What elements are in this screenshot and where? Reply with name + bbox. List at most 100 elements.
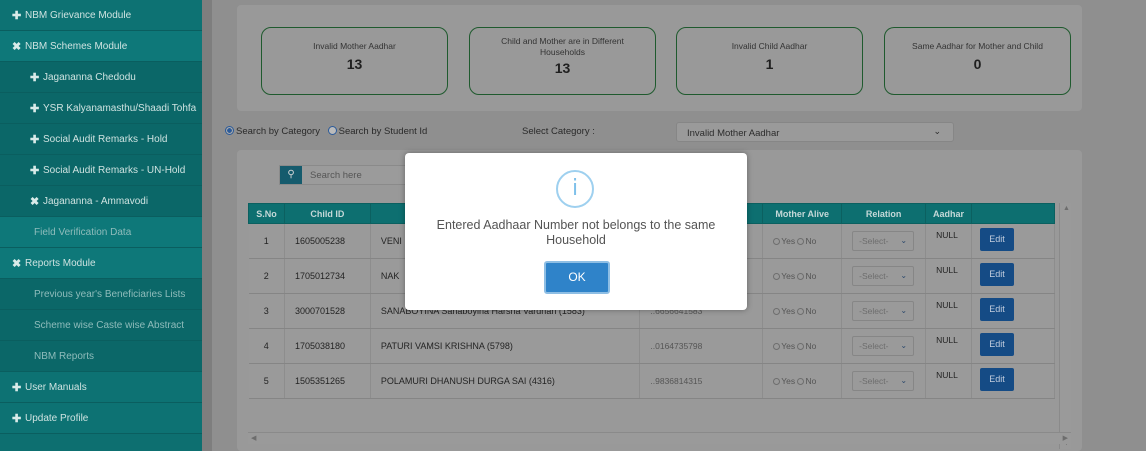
category-select[interactable]: Invalid Mother Aadhar ⌄: [676, 122, 954, 142]
sidebar-item-field-verification[interactable]: Field Verification Data: [0, 217, 202, 248]
relation-select-value: -Select-: [859, 271, 889, 281]
relation-select-value: -Select-: [859, 306, 889, 316]
cell-relation: -Select- ⌄: [841, 328, 927, 364]
chevron-down-icon: ⌄: [900, 271, 908, 280]
sidebar-item-ammavodi[interactable]: ✖ Jagananna - Ammavodi: [0, 186, 202, 217]
alert-message: Entered Aadhaar Number not belongs to th…: [436, 218, 716, 247]
yes-label: Yes: [781, 271, 796, 281]
no-radio[interactable]: [797, 273, 805, 280]
edit-button[interactable]: Edit: [980, 333, 1015, 356]
relation-select[interactable]: -Select- ⌄: [852, 301, 915, 321]
search-by-student-label: Search by Student Id: [338, 126, 428, 137]
no-radio[interactable]: [797, 378, 805, 385]
summary-card-same-aadhar[interactable]: Same Aadhar for Mother and Child 0: [884, 27, 1071, 95]
sidebar-item-kalyanamasthu[interactable]: ✚ YSR Kalyanamasthu/Shaadi Tohfa: [0, 93, 202, 124]
chevron-down-icon: ⌄: [900, 341, 908, 350]
cell-action: Edit: [971, 293, 1055, 329]
cell-mother-alive: Yes No: [762, 293, 843, 329]
ok-button[interactable]: OK: [544, 261, 610, 294]
no-label: No: [805, 341, 817, 351]
summary-card-different-households[interactable]: Child and Mother are in Different Househ…: [469, 27, 656, 95]
yes-radio[interactable]: [773, 308, 781, 315]
sidebar-item-user-manuals[interactable]: ✚ User Manuals: [0, 372, 202, 403]
yes-radio[interactable]: [773, 343, 781, 350]
sidebar-edge: [202, 0, 212, 451]
search-by-student-radio[interactable]: [327, 126, 337, 135]
cell-child-id: 1605005238: [284, 223, 371, 259]
edit-button[interactable]: Edit: [980, 298, 1015, 321]
table-row: 5 1505351265 POLAMURI DHANUSH DURGA SAI …: [248, 363, 1055, 399]
sidebar-item-label: Field Verification Data: [34, 226, 132, 238]
summary-card-invalid-mother-aadhar[interactable]: Invalid Mother Aadhar 13: [261, 27, 448, 95]
card-value: 13: [554, 60, 571, 76]
cell-sno: 1: [248, 223, 285, 259]
no-radio[interactable]: [797, 238, 805, 245]
cell-sno: 4: [248, 328, 285, 364]
sidebar-item-label: NBM Grievance Module: [25, 9, 132, 21]
relation-select[interactable]: -Select- ⌄: [852, 371, 915, 391]
yes-radio[interactable]: [773, 378, 781, 385]
no-radio[interactable]: [797, 308, 805, 315]
scroll-up-icon[interactable]: ▲: [1063, 205, 1070, 212]
cell-sno: 2: [248, 258, 285, 294]
no-label: No: [805, 376, 817, 386]
card-label: Child and Mother are in Different Househ…: [501, 36, 624, 57]
sidebar-item-label: Previous year's Beneficiaries Lists: [34, 288, 186, 300]
chevron-down-icon: ⌄: [900, 236, 908, 245]
yes-radio[interactable]: [773, 273, 781, 280]
relation-select[interactable]: -Select- ⌄: [852, 266, 915, 286]
horizontal-scrollbar[interactable]: ◀ ▶: [248, 432, 1071, 444]
no-radio[interactable]: [797, 343, 805, 350]
cell-mother-aadhar: ..9836814315: [639, 363, 764, 399]
yes-radio[interactable]: [773, 238, 781, 245]
card-label: Invalid Child Aadhar: [731, 41, 808, 51]
sidebar-item-schemes[interactable]: ✖ NBM Schemes Module: [0, 31, 202, 62]
cell-aadhar: NULL: [925, 223, 973, 259]
search-input[interactable]: ⚲ Search here: [279, 165, 414, 185]
table-row: 4 1705038180 PATURI VAMSI KRISHNA (5798)…: [248, 328, 1055, 364]
sidebar-item-caste-abstract[interactable]: Scheme wise Caste wise Abstract: [0, 310, 202, 341]
sidebar-item-label: YSR Kalyanamasthu/Shaadi Tohfa: [43, 102, 197, 114]
cell-mother-alive: Yes No: [762, 223, 843, 259]
sidebar-item-label: NBM Schemes Module: [25, 40, 128, 52]
cell-action: Edit: [971, 363, 1055, 399]
vertical-scrollbar[interactable]: ▲ ▼: [1059, 203, 1071, 449]
sidebar-item-label: Social Audit Remarks - UN-Hold: [43, 164, 186, 176]
no-label: No: [805, 306, 817, 316]
sidebar-item-previous-year[interactable]: Previous year's Beneficiaries Lists: [0, 279, 202, 310]
plus-icon: ✚: [30, 133, 40, 146]
sidebar-item-nbm-reports[interactable]: NBM Reports: [0, 341, 202, 372]
card-label: Invalid Mother Aadhar: [313, 41, 396, 51]
relation-select[interactable]: -Select- ⌄: [852, 336, 915, 356]
sidebar-item-label: Jagananna - Ammavodi: [43, 195, 149, 207]
cell-mother-alive: Yes No: [762, 363, 843, 399]
search-by-category-radio[interactable]: [225, 126, 234, 135]
cell-aadhar: NULL: [925, 293, 973, 329]
summary-panel: Invalid Mother Aadhar 13 Child and Mothe…: [237, 5, 1082, 111]
sidebar-item-reports[interactable]: ✖ Reports Module: [0, 248, 202, 279]
sidebar-item-audit-hold[interactable]: ✚ Social Audit Remarks - Hold: [0, 124, 202, 155]
sidebar-item-update-profile[interactable]: ✚ Update Profile: [0, 403, 202, 434]
sidebar-item-chedodu[interactable]: ✚ Jagananna Chedodu: [0, 62, 202, 93]
close-icon: ✖: [12, 257, 22, 270]
relation-select[interactable]: -Select- ⌄: [852, 231, 915, 251]
col-mother-alive: Mother Alive: [762, 203, 843, 224]
sidebar-item-label: Jagananna Chedodu: [43, 71, 136, 83]
sidebar-item-grievance[interactable]: ✚ NBM Grievance Module: [0, 0, 202, 31]
edit-button[interactable]: Edit: [980, 368, 1015, 391]
edit-button[interactable]: Edit: [980, 228, 1015, 251]
edit-button[interactable]: Edit: [980, 263, 1015, 286]
scroll-left-icon[interactable]: ◀: [251, 434, 256, 442]
sidebar: ✚ NBM Grievance Module ✖ NBM Schemes Modul…: [0, 0, 202, 451]
cell-aadhar: NULL: [925, 328, 973, 364]
chevron-down-icon: ⌄: [933, 126, 941, 136]
info-icon: i: [556, 170, 594, 208]
cell-name: PATURI VAMSI KRISHNA (5798): [370, 328, 641, 364]
col-relation: Relation: [841, 203, 927, 224]
summary-card-invalid-child-aadhar[interactable]: Invalid Child Aadhar 1: [676, 27, 863, 95]
cell-relation: -Select- ⌄: [841, 293, 927, 329]
sidebar-item-audit-unhold[interactable]: ✚ Social Audit Remarks - UN-Hold: [0, 155, 202, 186]
scroll-right-icon[interactable]: ▶: [1063, 434, 1068, 442]
search-icon[interactable]: ⚲: [280, 166, 302, 184]
search-placeholder: Search here: [310, 170, 362, 181]
